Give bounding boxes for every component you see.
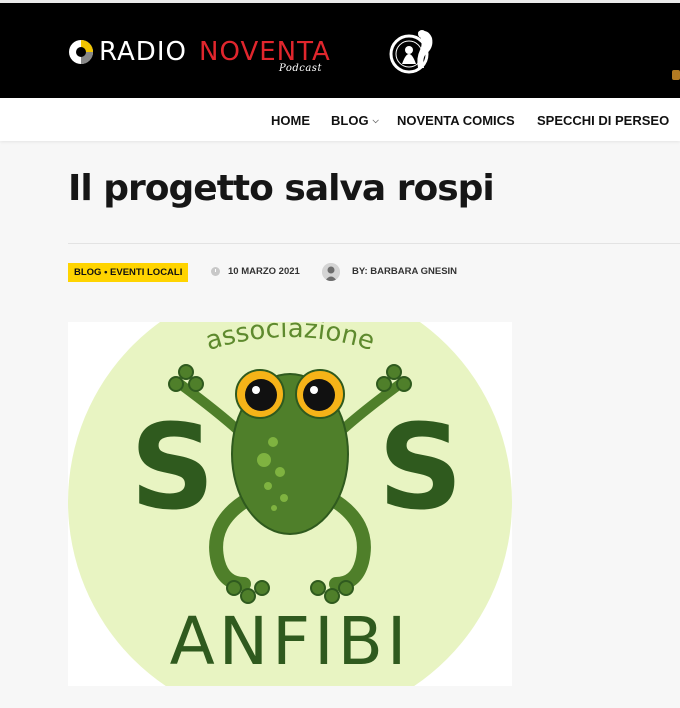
edge-decoration bbox=[672, 70, 680, 80]
nav-home[interactable]: HOME bbox=[271, 113, 310, 128]
nav-blog[interactable]: BLOG ⌵ bbox=[331, 113, 379, 128]
clock-icon bbox=[211, 267, 220, 276]
chevron-down-icon: ⌵ bbox=[372, 116, 379, 125]
author-avatar[interactable] bbox=[322, 263, 340, 281]
logo-mark-icon bbox=[69, 40, 93, 64]
nav-noventa-comics[interactable]: NOVENTA COMICS bbox=[397, 113, 515, 128]
sos-anfibi-logo: associazione S S ANFIBI bbox=[68, 322, 512, 686]
nav-specchi-di-perseo[interactable]: SPECCHI DI PERSEO bbox=[537, 113, 669, 128]
nav-blog-label: BLOG bbox=[331, 113, 369, 128]
site-logo[interactable]: RADIO NOVENTA Podcast bbox=[67, 34, 342, 78]
category-badge[interactable]: BLOG • EVENTI LOCALI bbox=[68, 263, 189, 282]
logo-podcast-text: Podcast bbox=[279, 63, 322, 74]
featured-image[interactable]: associazione S S ANFIBI bbox=[68, 322, 512, 686]
character-badge-icon[interactable] bbox=[388, 24, 438, 78]
post-author[interactable]: BY: BARBARA GNESIN bbox=[352, 266, 457, 277]
title-divider bbox=[68, 243, 680, 244]
header-top-border bbox=[0, 0, 680, 3]
post-date-text: 10 MARZO 2021 bbox=[228, 266, 300, 277]
logo-radio-text: RADIO bbox=[99, 37, 187, 67]
logo-letter-right: S bbox=[378, 398, 463, 536]
logo-letter-left: S bbox=[130, 398, 215, 536]
site-header: RADIO NOVENTA Podcast bbox=[0, 0, 680, 98]
post-date: 10 MARZO 2021 bbox=[211, 266, 300, 277]
post-title: Il progetto salva rospi bbox=[68, 168, 495, 209]
logo-bottom-text: ANFIBI bbox=[170, 603, 411, 680]
main-navigation: HOME BLOG ⌵ NOVENTA COMICS SPECCHI DI PER… bbox=[0, 98, 680, 141]
